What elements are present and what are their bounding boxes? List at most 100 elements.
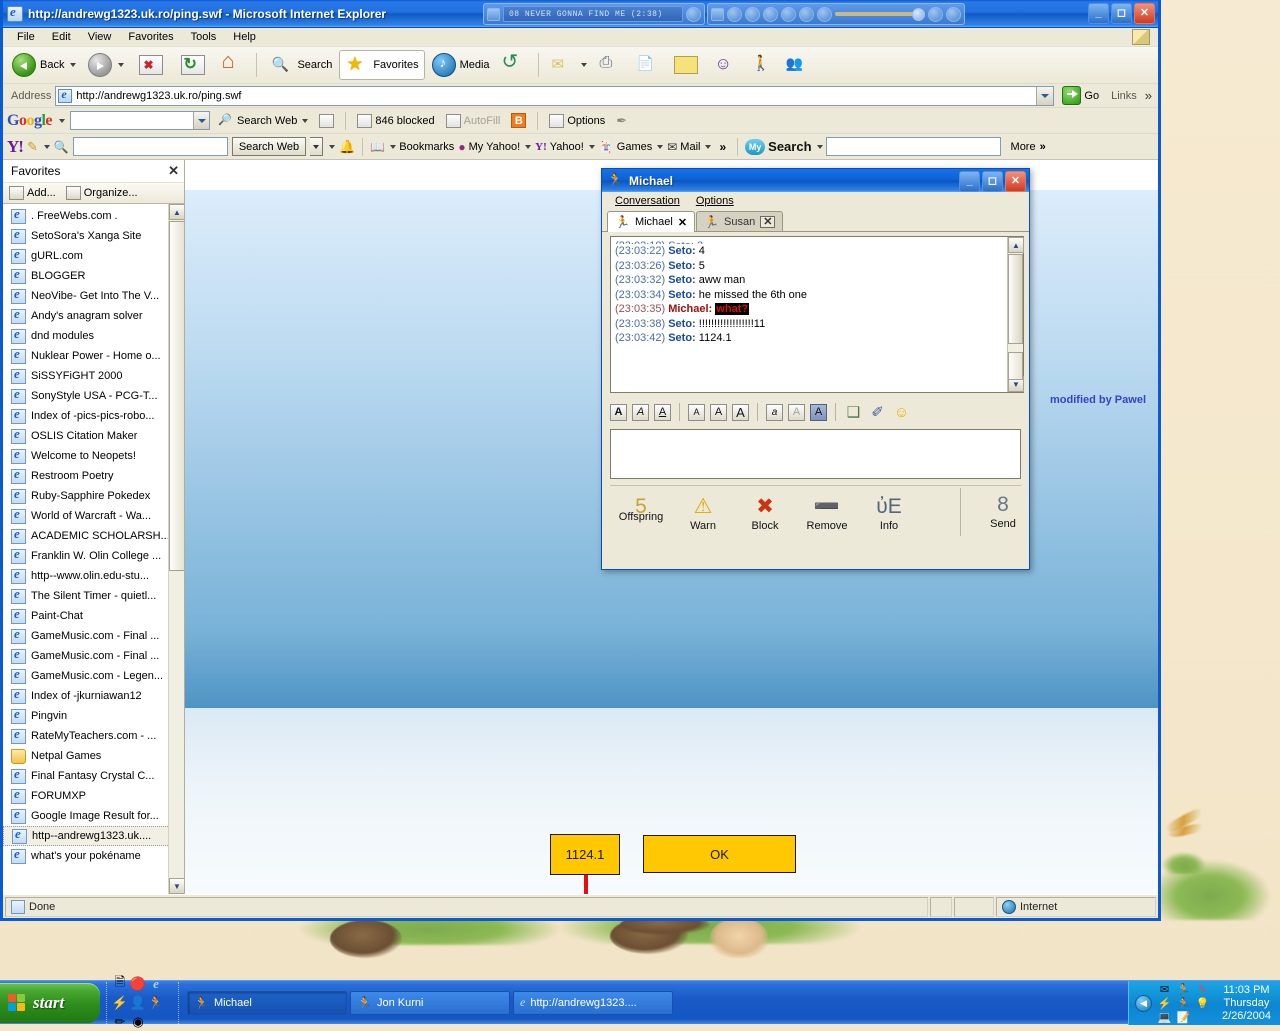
play-button[interactable] <box>745 7 760 22</box>
opera-icon[interactable]: 🔴 <box>129 974 147 993</box>
favorite-item[interactable]: GameMusic.com - Legen... <box>3 666 184 686</box>
mail-icon[interactable]: ✉ <box>1155 982 1174 996</box>
favorite-item[interactable]: Nuklear Power - Home o... <box>3 346 184 366</box>
favorites-button[interactable]: Favorites <box>339 50 424 80</box>
edit-button[interactable] <box>630 50 664 80</box>
mysearch-input[interactable] <box>826 137 1001 156</box>
winamp-toolbar[interactable]: 08 NEVER GONNA FIND ME (2:38) <box>483 2 965 26</box>
favorite-item[interactable]: Netpal Games <box>3 746 184 766</box>
more-label[interactable]: More <box>1011 141 1036 153</box>
favorite-item[interactable]: Ruby-Sapphire Pokedex <box>3 486 184 506</box>
link-button[interactable]: a <box>766 404 783 421</box>
address-dropdown-icon[interactable] <box>1036 87 1053 105</box>
insert-image-button[interactable]: ❑ <box>844 404 863 421</box>
forward-button[interactable] <box>83 50 129 80</box>
yahoo-search-dropdown[interactable] <box>310 137 323 156</box>
warn-button[interactable]: ⚠ Warn <box>672 492 734 532</box>
scroll-down-button[interactable]: ▼ <box>169 878 184 894</box>
volume-slider[interactable] <box>835 12 925 16</box>
font-decrease-button[interactable]: A <box>688 404 705 421</box>
home-button[interactable] <box>215 50 249 80</box>
start-button[interactable]: start <box>0 983 100 1023</box>
chevron-down-icon[interactable] <box>390 145 396 149</box>
aim-transcript-scrollbar[interactable]: ▲ ▼ <box>1007 237 1023 392</box>
close-icon[interactable]: ✕ <box>760 216 775 228</box>
favorite-item[interactable]: . FreeWebs.com . <box>3 206 184 226</box>
aim-menu-conversation[interactable]: Conversation <box>608 194 687 208</box>
organize-favorites-button[interactable]: Organize... <box>66 186 138 200</box>
google-toolbar-grip[interactable]: ✒ <box>613 113 630 129</box>
lightbulb-icon[interactable]: 💡 <box>1193 996 1212 1010</box>
favorite-item[interactable]: Franklin W. Olin College ... <box>3 546 184 566</box>
messenger-button[interactable] <box>708 50 742 80</box>
refresh-button[interactable] <box>173 50 213 80</box>
stop-button[interactable] <box>131 50 171 80</box>
favorite-item[interactable]: Restroom Poetry <box>3 466 184 486</box>
person-button[interactable] <box>744 50 778 80</box>
autofill-button[interactable]: AutoFill <box>443 114 504 128</box>
favorite-item[interactable]: GameMusic.com - Final ... <box>3 626 184 646</box>
favorite-item[interactable]: Index of -pics-pics-robo... <box>3 406 184 426</box>
chevron-down-icon[interactable] <box>302 119 308 123</box>
google-news-button[interactable] <box>316 114 337 128</box>
chevron-down-icon[interactable] <box>705 145 711 149</box>
next-track-button[interactable] <box>799 7 814 22</box>
volume-icon[interactable] <box>817 7 832 22</box>
menu-edit[interactable]: Edit <box>44 29 79 45</box>
favorite-item[interactable]: OSLIS Citation Maker <box>3 426 184 446</box>
network-icon[interactable]: 💻 <box>1155 1010 1174 1024</box>
stop-button[interactable] <box>781 7 796 22</box>
winamp-icon[interactable]: ⚡ <box>111 993 129 1012</box>
italic-button[interactable]: A <box>632 404 649 421</box>
favorite-item[interactable]: BLOGGER <box>3 266 184 286</box>
aim-close-button[interactable]: ✕ <box>1005 171 1026 192</box>
favorite-item[interactable]: SiSSYFiGHT 2000 <box>3 366 184 386</box>
blogger-button[interactable]: B <box>508 113 529 128</box>
favorite-item[interactable]: Andy's anagram solver <box>3 306 184 326</box>
search-button[interactable]: Search <box>264 50 337 80</box>
notepad-icon[interactable]: 📝 <box>1174 1010 1193 1024</box>
person-icon[interactable]: 🏃 <box>1174 996 1193 1010</box>
yahoo-overflow-icon[interactable]: » <box>719 140 726 154</box>
favorite-item[interactable]: World of Warcraft - Wa... <box>3 506 184 526</box>
favorite-item[interactable]: Pingvin <box>3 706 184 726</box>
bold-button[interactable]: A <box>610 404 627 421</box>
close-icon[interactable]: ✕ <box>678 216 687 229</box>
alert-bell-icon[interactable]: 🔔 <box>339 139 355 155</box>
favorite-item[interactable]: http--andrewg1323.uk.... <box>3 826 184 846</box>
mail-button[interactable] <box>546 50 592 80</box>
tray-expand-icon[interactable]: ◀ <box>1135 995 1152 1012</box>
scrollbar-grip[interactable] <box>1008 352 1023 380</box>
aim-icon[interactable]: 👤 <box>129 993 147 1012</box>
menu-file[interactable]: File <box>9 29 43 45</box>
show-desktop-icon[interactable]: 🗎 <box>111 974 129 993</box>
ok-button[interactable]: OK <box>643 835 796 873</box>
yahoo-mail-button[interactable]: ✉ Mail <box>667 140 711 154</box>
links-label[interactable]: Links <box>1107 90 1141 102</box>
favorite-item[interactable]: RateMyTeachers.com - ... <box>3 726 184 746</box>
chevron-down-icon[interactable] <box>525 145 531 149</box>
winamp-playlist-icon[interactable] <box>686 7 701 22</box>
pencil-icon[interactable]: ✏ <box>111 1012 129 1031</box>
favorites-list[interactable]: . FreeWebs.com . SetoSora's Xanga Site gUR… <box>3 204 184 894</box>
winamp-icon[interactable]: ⚡ <box>1155 996 1174 1010</box>
add-favorite-button[interactable]: Add... <box>9 186 56 200</box>
attach-file-button[interactable]: ✐ <box>868 404 887 421</box>
notes-button[interactable] <box>666 50 706 80</box>
google-search-web-button[interactable]: 🔎 Search Web <box>215 113 311 129</box>
favorite-item[interactable]: SonyStyle USA - PCG-T... <box>3 386 184 406</box>
media-player-icon[interactable]: ◉ <box>129 1012 147 1031</box>
chevron-down-icon[interactable] <box>44 145 50 149</box>
people-button[interactable] <box>780 50 814 80</box>
text-color-button[interactable]: A <box>788 404 805 421</box>
back-button[interactable]: Back <box>7 50 81 80</box>
address-input[interactable]: http://andrewg1323.uk.ro/ping.swf <box>55 86 1054 106</box>
equalizer-button[interactable] <box>946 7 961 22</box>
aim-tab-michael[interactable]: 🏃 Michael ✕ <box>607 211 695 232</box>
aim-running-man-icon[interactable]: 🏃 <box>1174 982 1193 996</box>
scrollbar-thumb[interactable] <box>1008 254 1023 344</box>
offspring-button[interactable]: ὆5 Offspring <box>610 492 672 517</box>
maximize-button[interactable]: ◻ <box>1111 3 1132 24</box>
chevron-down-icon[interactable] <box>581 63 587 67</box>
aim-maximize-button[interactable]: ◻ <box>982 171 1003 192</box>
